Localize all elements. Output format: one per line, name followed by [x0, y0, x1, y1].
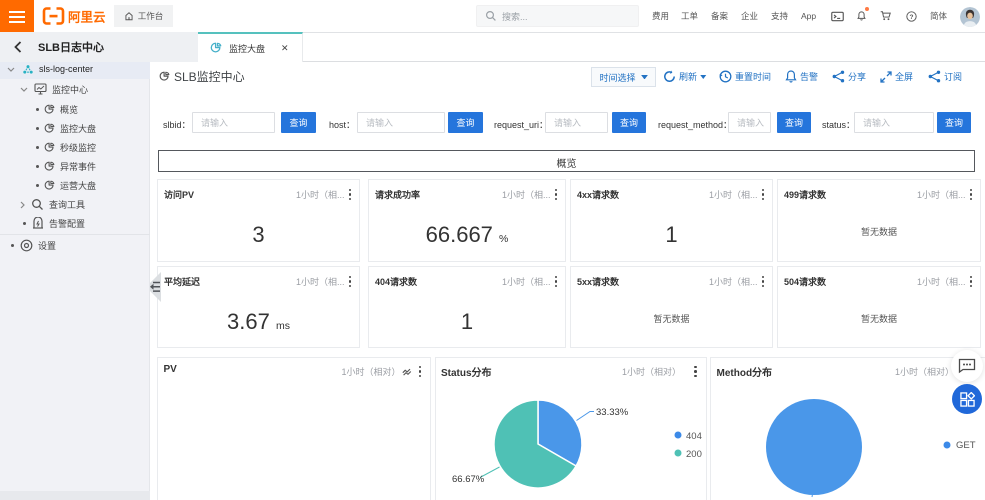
svg-text:?: ? [910, 13, 914, 20]
svg-text:404: 404 [686, 431, 702, 442]
svg-text:GET: GET [956, 440, 976, 451]
svg-text:200: 200 [686, 449, 702, 460]
svg-text:阿里云: 阿里云 [68, 10, 106, 25]
svg-text:33.33%: 33.33% [596, 407, 629, 418]
svg-text:66.67%: 66.67% [452, 474, 485, 485]
